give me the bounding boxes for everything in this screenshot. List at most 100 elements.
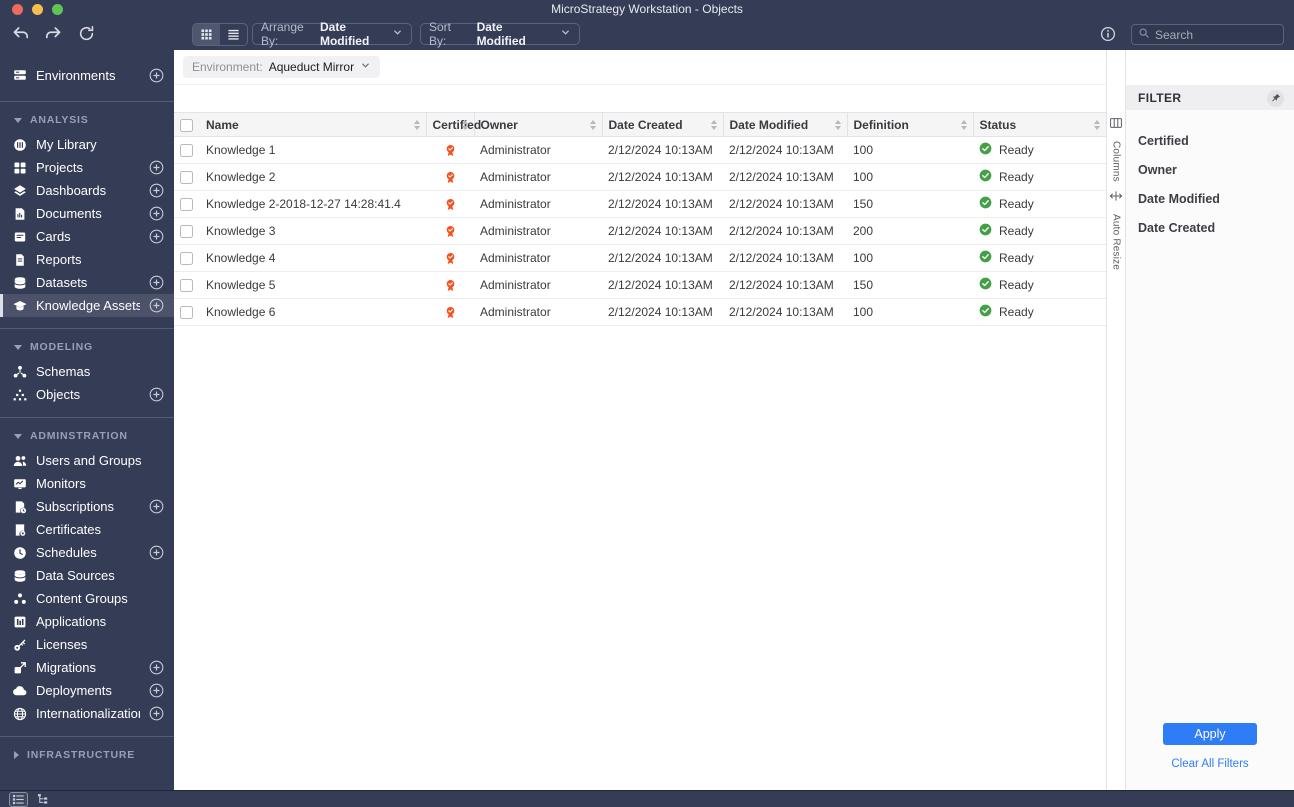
table-row[interactable]: Knowledge 1 Administrator 2/12/2024 10:13A… [174, 137, 1106, 164]
add-icon[interactable] [149, 229, 164, 244]
sidebar-item-dashboards[interactable]: Dashboards [0, 179, 174, 202]
sidebar-item-certificates[interactable]: Certificates [0, 518, 174, 541]
environment-dropdown[interactable]: Environment: Aqueduct Mirror [183, 56, 381, 78]
add-icon[interactable] [149, 706, 164, 721]
add-icon[interactable] [149, 660, 164, 675]
sidebar-item-applications[interactable]: Applications [0, 610, 174, 633]
section-header-analysis[interactable]: ANALYSIS [0, 107, 174, 133]
cell-certified [426, 272, 474, 299]
column-header-owner[interactable]: Owner [473, 112, 602, 137]
forward-icon[interactable] [45, 25, 62, 47]
column-header-certified[interactable]: Certified [425, 112, 481, 137]
back-icon[interactable] [12, 25, 29, 47]
apply-button[interactable]: Apply [1163, 723, 1257, 745]
sidebar-item-internationalization[interactable]: Internationalization [0, 702, 174, 725]
row-checkbox[interactable] [180, 252, 193, 266]
sidebar-item-cards[interactable]: Cards [0, 225, 174, 248]
close-button[interactable] [12, 4, 23, 15]
sidebar-item-environments[interactable]: Environments [0, 60, 174, 90]
objects-table: Name Certified Owner Date Created Date M… [174, 112, 1106, 326]
column-header-definition[interactable]: Definition [846, 112, 973, 137]
pin-filter-button[interactable] [1267, 89, 1284, 107]
filter-item-date-created[interactable]: Date Created [1138, 213, 1282, 242]
table-row[interactable]: Knowledge 5 Administrator 2/12/2024 10:13A… [174, 272, 1106, 299]
row-checkbox[interactable] [180, 144, 193, 158]
sort-arrows-icon[interactable] [1094, 119, 1100, 130]
sort-arrows-icon[interactable] [461, 119, 468, 130]
sidebar-item-content-groups[interactable]: Content Groups [0, 587, 174, 610]
row-checkbox[interactable] [180, 198, 193, 212]
clear-all-filters-link[interactable]: Clear All Filters [1171, 758, 1248, 770]
add-icon[interactable] [149, 298, 164, 313]
cards-icon [13, 230, 27, 244]
smart-list-toggle[interactable] [9, 791, 28, 807]
sidebar-item-projects[interactable]: Projects [0, 156, 174, 179]
filter-item-date-modified[interactable]: Date Modified [1138, 184, 1282, 213]
list-view-button[interactable] [220, 24, 247, 45]
sidebar-item-my-library[interactable]: My Library [0, 133, 174, 156]
table-row[interactable]: Knowledge 2 Administrator 2/12/2024 10:13A… [174, 164, 1106, 191]
column-header-name[interactable]: Name [200, 112, 426, 137]
add-icon[interactable] [149, 683, 164, 698]
add-icon[interactable] [149, 275, 164, 290]
sidebar-item-reports[interactable]: Reports [0, 248, 174, 271]
tree-view-toggle[interactable] [35, 793, 52, 806]
columns-tool[interactable]: Columns [1109, 116, 1123, 182]
add-icon[interactable] [149, 183, 164, 198]
sidebar-item-migrations[interactable]: Migrations [0, 656, 174, 679]
column-header-status[interactable]: Status [972, 112, 1106, 137]
cell-date-created: 2/12/2024 10:13AM [608, 197, 713, 211]
search-input[interactable] [1155, 27, 1277, 42]
refresh-icon[interactable] [78, 25, 95, 47]
arrange-by-dropdown[interactable]: Arrange By: Date Modified [252, 20, 412, 48]
sidebar-item-monitors[interactable]: Monitors [0, 472, 174, 495]
sidebar-item-knowledge-assets[interactable]: Knowledge Assets [0, 294, 174, 317]
sort-arrows-icon[interactable] [834, 119, 841, 130]
sidebar-item-schedules[interactable]: Schedules [0, 541, 174, 564]
add-icon[interactable] [149, 68, 164, 83]
filter-item-owner[interactable]: Owner [1138, 155, 1282, 184]
add-icon[interactable] [149, 387, 164, 402]
select-all-checkbox[interactable] [180, 118, 193, 132]
sidebar-item-deployments[interactable]: Deployments [0, 679, 174, 702]
row-checkbox[interactable] [180, 279, 193, 293]
sidebar-item-datasets[interactable]: Datasets [0, 271, 174, 294]
cell-owner: Administrator [480, 197, 551, 211]
row-checkbox[interactable] [180, 171, 193, 185]
cell-name: Knowledge 2-2018-12-27 14:28:41.4 [206, 197, 401, 211]
table-row[interactable]: Knowledge 6 Administrator 2/12/2024 10:13A… [174, 299, 1106, 326]
filter-item-certified[interactable]: Certified [1138, 126, 1282, 155]
cell-definition: 150 [853, 197, 874, 211]
column-header-date-created[interactable]: Date Created [601, 112, 723, 137]
sidebar-item-users-and-groups[interactable]: Users and Groups [0, 449, 174, 472]
sort-arrows-icon[interactable] [413, 119, 420, 130]
zoom-button[interactable] [52, 4, 63, 15]
add-icon[interactable] [149, 499, 164, 514]
sidebar-item-licenses[interactable]: Licenses [0, 633, 174, 656]
table-row[interactable]: Knowledge 3 Administrator 2/12/2024 10:13A… [174, 218, 1106, 245]
add-icon[interactable] [149, 160, 164, 175]
add-icon[interactable] [149, 545, 164, 560]
sidebar-item-schemas[interactable]: Schemas [0, 360, 174, 383]
table-row[interactable]: Knowledge 4 Administrator 2/12/2024 10:13A… [174, 245, 1106, 272]
sidebar-item-data-sources[interactable]: Data Sources [0, 564, 174, 587]
add-icon[interactable] [149, 206, 164, 221]
grid-view-button[interactable] [193, 24, 220, 45]
row-checkbox[interactable] [180, 306, 193, 320]
sidebar-item-documents[interactable]: Documents [0, 202, 174, 225]
sort-arrows-icon[interactable] [960, 119, 967, 130]
section-header-infrastructure[interactable]: INFRASTRUCTURE [0, 742, 174, 768]
auto-resize-tool[interactable]: Auto Resize [1109, 189, 1123, 270]
sort-arrows-icon[interactable] [589, 119, 596, 130]
sort-by-dropdown[interactable]: Sort By: Date Modified [420, 20, 580, 48]
sort-arrows-icon[interactable] [710, 119, 717, 130]
section-header-adminstration[interactable]: ADMINSTRATION [0, 423, 174, 449]
column-header-date-modified[interactable]: Date Modified [722, 112, 847, 137]
sidebar-item-subscriptions[interactable]: Subscriptions [0, 495, 174, 518]
sidebar-item-objects[interactable]: Objects [0, 383, 174, 406]
section-header-modeling[interactable]: MODELING [0, 334, 174, 360]
minimize-button[interactable] [32, 4, 43, 15]
row-checkbox[interactable] [180, 225, 193, 239]
table-row[interactable]: Knowledge 2-2018-12-27 14:28:41.4 Adminis… [174, 191, 1106, 218]
info-icon[interactable] [1100, 26, 1116, 47]
